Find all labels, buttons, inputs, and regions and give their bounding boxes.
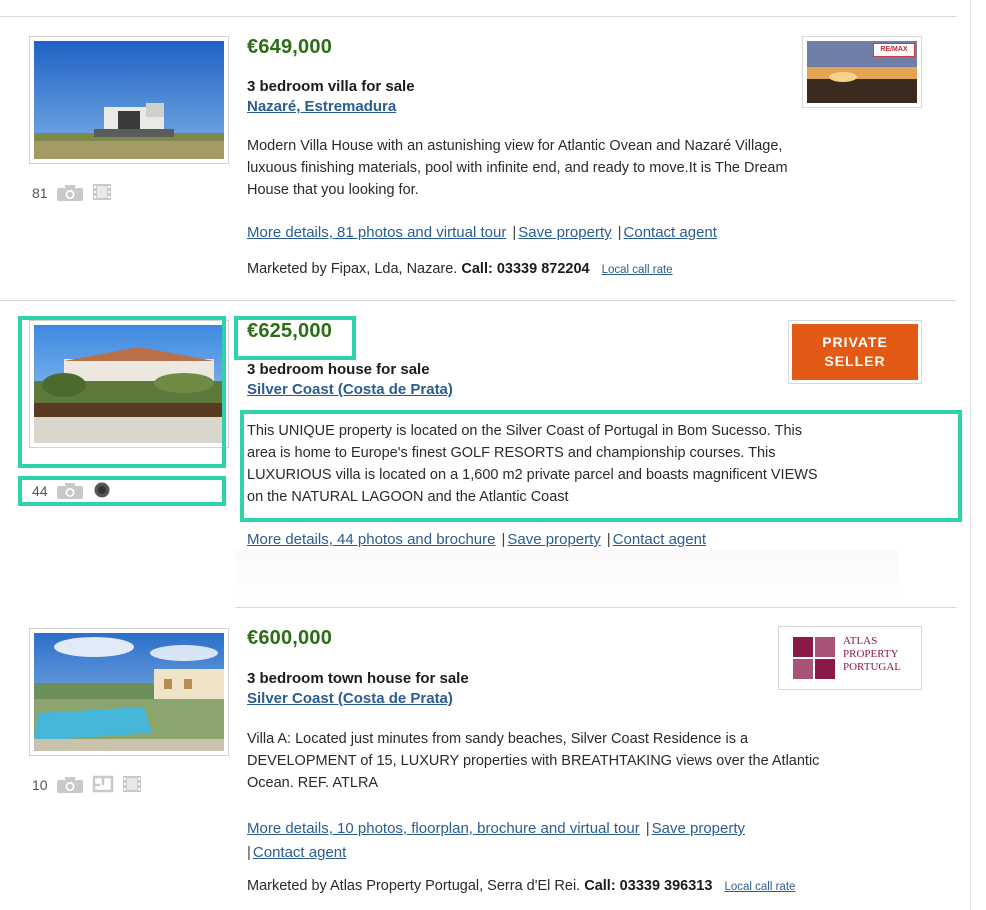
badge-line: PRIVATE (822, 334, 888, 350)
contact-agent-link[interactable]: Contact agent (253, 844, 346, 861)
listing-links: More details, 10 photos, floorplan, broc… (247, 820, 746, 861)
save-property-link[interactable]: Save property (507, 531, 600, 548)
highlight-box-media (18, 476, 226, 506)
photo-count: 81 (32, 185, 48, 201)
property-type: 3 bedroom town house for sale (247, 670, 469, 687)
listing-links: More details, 44 photos and brochure | Sav… (247, 531, 707, 548)
listing-description: Villa A: Located just minutes from sandy… (247, 728, 947, 794)
listing-divider (0, 300, 956, 301)
property-location-link[interactable]: Silver Coast (Costa de Prata) (247, 381, 453, 398)
atlas-logo-text: ATLAS PROPERTY PORTUGAL (843, 635, 901, 674)
media-counts: 81 (32, 182, 112, 204)
property-photo[interactable] (29, 36, 229, 164)
description-line: Ocean. REF. ATLRA (247, 775, 379, 791)
description-line: Modern Villa House with an astunishing v… (247, 138, 783, 154)
highlight-box-price (234, 316, 356, 360)
camera-icon[interactable] (56, 184, 84, 202)
photo-count: 10 (32, 777, 48, 793)
local-call-rate-link[interactable]: Local call rate (602, 264, 673, 276)
top-divider (0, 16, 956, 17)
more-details-link[interactable]: More details, 81 photos and virtual tour (247, 224, 506, 241)
listing-description: Modern Villa House with an astunishing v… (247, 135, 947, 201)
film-icon[interactable] (122, 775, 142, 796)
description-line: House that you looking for. (247, 182, 419, 198)
empty-marketed-area (236, 550, 898, 605)
remax-logo: RE/MAX (873, 43, 915, 57)
media-counts: 10 (32, 774, 142, 796)
film-icon[interactable] (92, 183, 112, 204)
listing-price: €600,000 (247, 627, 333, 649)
right-divider (970, 0, 971, 910)
save-property-link[interactable]: Save property (518, 224, 611, 241)
contact-agent-link[interactable]: Contact agent (624, 224, 717, 241)
save-property-link[interactable]: Save property (652, 820, 745, 837)
local-call-rate-link[interactable]: Local call rate (724, 881, 795, 893)
description-line: luxuous finishing materials, pool with i… (247, 160, 788, 176)
logo-line: PROPERTY (843, 648, 899, 660)
logo-line: PORTUGAL (843, 661, 902, 673)
atlas-logo-icon (793, 637, 835, 679)
private-seller-badge: PRIVATE SELLER (788, 320, 922, 384)
call-number: Call: 03339 872204 (461, 261, 590, 277)
marketed-by-text: Marketed by Fipax, Lda, Nazare. (247, 261, 458, 277)
description-line: DEVELOPMENT of 15, LUXURY properties wit… (247, 753, 820, 769)
listing-price: €649,000 (247, 36, 333, 58)
property-location-link[interactable]: Nazaré, Estremadura (247, 98, 396, 115)
contact-agent-link[interactable]: Contact agent (613, 531, 706, 548)
marketed-by-text: Marketed by Atlas Property Portugal, Ser… (247, 878, 581, 894)
marketed-by: Marketed by Fipax, Lda, Nazare. Call: 03… (247, 261, 673, 277)
listing-links: More details, 81 photos and virtual tour… (247, 224, 717, 241)
marketed-by: Marketed by Atlas Property Portugal, Ser… (247, 878, 795, 894)
agent-logo[interactable]: ATLAS PROPERTY PORTUGAL (778, 626, 922, 690)
description-line: Villa A: Located just minutes from sandy… (247, 731, 749, 747)
agent-logo[interactable]: RE/MAX (802, 36, 922, 108)
property-type: 3 bedroom villa for sale (247, 78, 415, 95)
camera-icon[interactable] (56, 776, 84, 794)
property-photo[interactable] (29, 628, 229, 756)
highlight-box-description (240, 410, 962, 522)
property-type: 3 bedroom house for sale (247, 361, 430, 378)
property-location-link[interactable]: Silver Coast (Costa de Prata) (247, 690, 453, 707)
highlight-box-photo (18, 316, 226, 468)
more-details-link[interactable]: More details, 10 photos, floorplan, broc… (247, 820, 640, 837)
badge-line: SELLER (824, 353, 886, 369)
listing-divider (236, 607, 956, 608)
more-details-link[interactable]: More details, 44 photos and brochure (247, 531, 496, 548)
call-number: Call: 03339 396313 (584, 878, 713, 894)
logo-line: ATLAS (843, 635, 878, 647)
floorplan-icon[interactable] (92, 775, 114, 796)
